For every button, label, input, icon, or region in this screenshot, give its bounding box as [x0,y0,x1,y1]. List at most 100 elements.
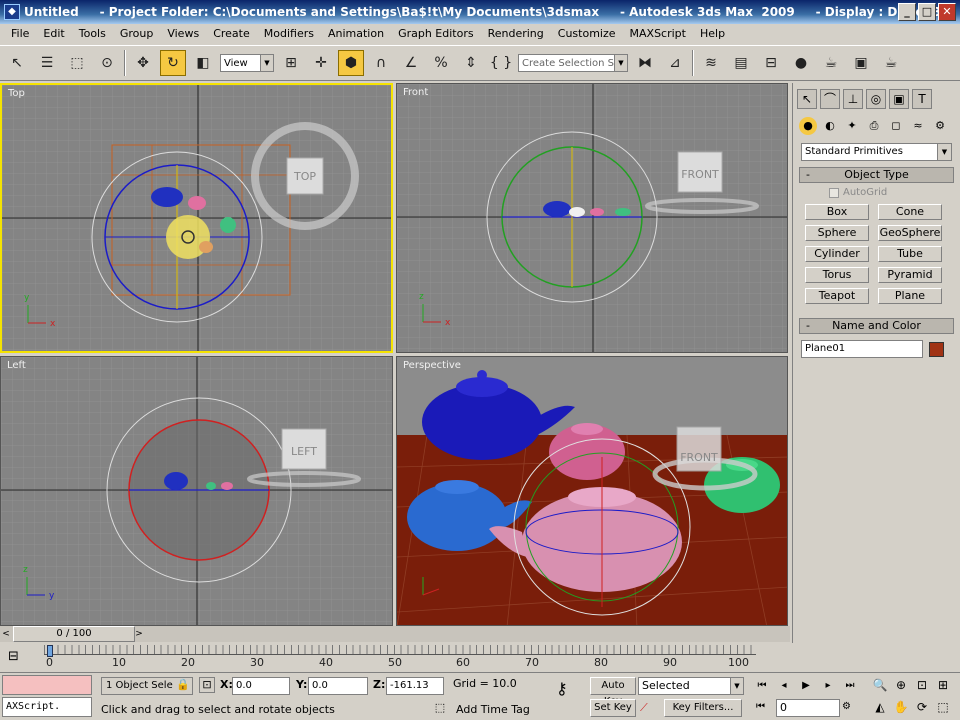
layer-manager-button[interactable]: ≋ [698,50,724,76]
viewport-top[interactable]: y x Top TOP [0,83,393,353]
menu-group[interactable]: Group [113,27,161,40]
time-tag-icon[interactable]: ⬚ [430,701,450,719]
maximize-button[interactable]: □ [918,3,936,21]
schematic-view-button[interactable]: ⊟ [758,50,784,76]
menu-help[interactable]: Help [693,27,732,40]
rendered-frame-window-button[interactable]: ▣ [848,50,874,76]
viewcube[interactable]: FRONT [642,146,762,216]
viewport-label[interactable]: Top [8,88,25,99]
create-tab[interactable]: ↖ [797,89,817,109]
motion-tab[interactable]: ◎ [866,89,886,109]
key-filters-button[interactable]: Key Filters... [664,699,742,717]
next-frame-button[interactable]: ▸ [818,677,838,695]
render-setup-button[interactable]: ☕ [818,50,844,76]
time-configuration-button[interactable]: ⚙ [842,701,851,712]
keyboard-shortcut-toggle[interactable]: ⬢ [338,50,364,76]
object-name-field[interactable]: Plane01 [801,340,923,358]
display-tab[interactable]: ▣ [889,89,909,109]
set-key-button[interactable]: Set Key [590,699,636,717]
cameras-subtab[interactable]: ⎙ [865,117,883,135]
play-button[interactable]: ▶ [796,677,816,695]
lock-icon[interactable]: 🔒 [176,678,190,691]
material-editor-button[interactable]: ● [788,50,814,76]
cone-button[interactable]: Cone [878,204,942,220]
selection-set-dropdown[interactable]: Create Selection Set ▼ [518,54,628,72]
name-color-rollout-header[interactable]: - Name and Color [799,318,954,334]
window-crossing-button[interactable]: ⊙ [94,50,120,76]
track-bar[interactable]: ⊟ 0 10 20 30 40 50 60 70 80 90 100 [0,645,790,673]
goto-start-button[interactable]: ⏮ [752,677,772,695]
viewport-label[interactable]: Left [7,360,26,371]
lights-subtab[interactable]: ✦ [843,117,861,135]
key-mode-toggle[interactable]: ⏮ [756,701,765,712]
zoom-button[interactable]: 🔍 [870,675,890,695]
add-time-tag[interactable]: Add Time Tag [456,703,530,716]
helpers-subtab[interactable]: ◻ [887,117,905,135]
menu-graph-editors[interactable]: Graph Editors [391,27,481,40]
default-tangents-icon[interactable]: ⟋ [640,701,648,715]
viewcube[interactable]: TOP [250,121,360,231]
viewcube[interactable]: FRONT [647,419,767,499]
hierarchy-tab[interactable]: ⊥ [843,89,863,109]
cylinder-button[interactable]: Cylinder [805,246,869,262]
maxscript-listener-input[interactable] [2,675,92,695]
mini-curve-editor-icon[interactable]: ⊟ [8,649,19,664]
utilities-tab[interactable]: T [912,89,932,109]
select-manipulate-button[interactable]: ✛ [308,50,334,76]
reference-coordinate-dropdown[interactable]: View ▼ [220,54,274,72]
spacewarps-subtab[interactable]: ≈ [909,117,927,135]
pan-button[interactable]: ✋ [891,697,911,717]
torus-button[interactable]: Torus [805,267,869,283]
primitive-category-dropdown[interactable]: Standard Primitives ▼ [801,143,952,161]
shapes-subtab[interactable]: ◐ [821,117,839,135]
auto-key-button[interactable]: Auto Key [590,677,636,707]
pivot-center-button[interactable]: ⊞ [278,50,304,76]
x-coordinate-field[interactable]: 0.0 [232,677,290,695]
angle-snap-toggle[interactable]: ∠ [398,50,424,76]
orbit-button[interactable]: ⟳ [912,697,932,717]
geometry-subtab[interactable]: ● [799,117,817,135]
key-mode-dropdown[interactable]: Selected ▼ [638,677,744,695]
current-frame-field[interactable]: 0 [776,699,840,717]
quick-render-button[interactable]: ☕ [878,50,904,76]
plane-button[interactable]: Plane [878,288,942,304]
viewport-label[interactable]: Perspective [403,360,461,371]
menu-tools[interactable]: Tools [72,27,113,40]
chevron-right-icon[interactable]: > [133,626,145,642]
select-scale-button[interactable]: ◧ [190,50,216,76]
viewcube[interactable]: LEFT [246,419,366,489]
track-ruler[interactable] [44,645,756,655]
chevron-left-icon[interactable]: < [0,626,12,642]
spinner-snap-toggle[interactable]: ⇕ [458,50,484,76]
viewport-perspective[interactable]: Perspective FRONT [396,356,788,626]
select-rotate-button[interactable]: ↻ [160,50,186,76]
viewport-left[interactable]: z y Left LEFT [0,356,393,626]
zoom-extents-all-button[interactable]: ⊞ [933,675,953,695]
edit-named-selection-button[interactable]: { } [488,50,514,76]
y-coordinate-field[interactable]: 0.0 [308,677,368,695]
percent-snap-toggle[interactable]: % [428,50,454,76]
object-color-swatch[interactable] [929,341,944,357]
select-object-button[interactable]: ↖ [4,50,30,76]
viewport-front[interactable]: z x Front FRONT [396,83,788,353]
viewport-label[interactable]: Front [403,87,428,98]
geosphere-button[interactable]: GeoSphere [878,225,942,241]
object-type-rollout-header[interactable]: - Object Type [799,167,954,183]
rectangular-selection-button[interactable]: ⬚ [64,50,90,76]
mirror-button[interactable]: ⧓ [632,50,658,76]
menu-animation[interactable]: Animation [321,27,391,40]
select-move-button[interactable]: ✥ [130,50,156,76]
align-button[interactable]: ⊿ [662,50,688,76]
zoom-extents-button[interactable]: ⊡ [912,675,932,695]
field-of-view-button[interactable]: ◭ [870,697,890,717]
systems-subtab[interactable]: ⚙ [931,117,949,135]
3ds-max-icon[interactable]: ◆ [4,4,20,20]
menu-rendering[interactable]: Rendering [481,27,551,40]
goto-end-button[interactable]: ⏭ [840,677,860,695]
close-button[interactable]: ✕ [938,3,956,21]
menu-edit[interactable]: Edit [36,27,71,40]
menu-maxscript[interactable]: MAXScript [623,27,693,40]
box-button[interactable]: Box [805,204,869,220]
menu-customize[interactable]: Customize [551,27,623,40]
pyramid-button[interactable]: Pyramid [878,267,942,283]
